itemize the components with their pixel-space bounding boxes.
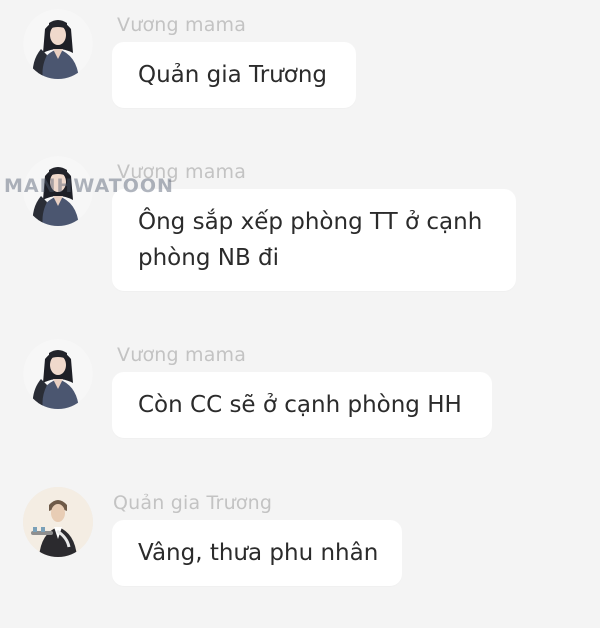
- sender-name: Vương mama: [117, 14, 247, 36]
- message-bubble[interactable]: Quản gia Trương: [112, 42, 356, 108]
- avatar-image: [23, 339, 93, 409]
- message-text: Còn CC sẽ ở cạnh phòng HH: [138, 392, 462, 418]
- avatar-image: [23, 487, 93, 557]
- message-bubble[interactable]: Ông sắp xếp phòng TT ở cạnh phòng NB đi: [112, 189, 516, 291]
- watermark-logo: MANHWATOON: [4, 175, 174, 197]
- message-bubble[interactable]: Vâng, thưa phu nhân: [112, 520, 402, 586]
- message-text-line-2: phòng NB đi: [138, 245, 280, 271]
- butler-portrait-icon[interactable]: [23, 487, 93, 557]
- avatar-image: [23, 9, 93, 79]
- message-text: Vâng, thưa phu nhân: [138, 540, 379, 566]
- sender-name: Vương mama: [117, 344, 247, 366]
- message-text: Quản gia Trương: [138, 62, 328, 88]
- woman-portrait-icon[interactable]: [23, 339, 93, 409]
- woman-portrait-icon[interactable]: [23, 9, 93, 79]
- sender-name: Quản gia Trương: [113, 492, 273, 514]
- chat-thread: Vương mama Quản gia Trương Vương mama Ôn…: [0, 0, 600, 628]
- message-text-line-1: Ông sắp xếp phòng TT ở cạnh: [138, 209, 483, 235]
- message-bubble[interactable]: Còn CC sẽ ở cạnh phòng HH: [112, 372, 492, 438]
